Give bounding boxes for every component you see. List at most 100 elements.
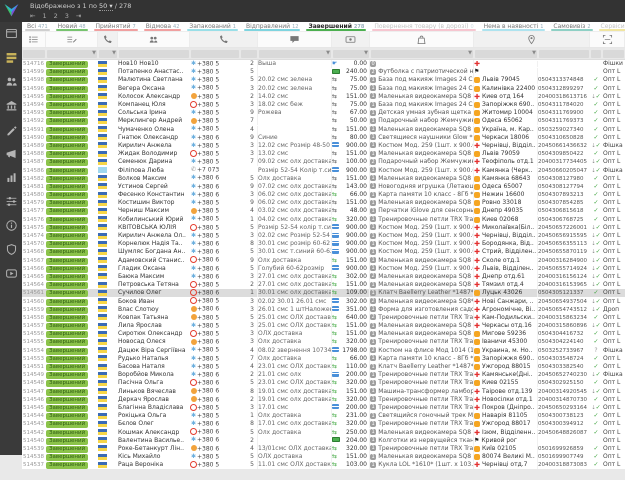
table-row[interactable]: 514593ЗавершенийСольська Ірина✱+380 59Ро…	[22, 109, 625, 117]
table-row[interactable]: 514547ЗавершенийЛиньков Вячеслав+380 681…	[22, 388, 625, 396]
column-header-money[interactable]	[332, 32, 370, 47]
table-row[interactable]: 514592ЗавершенийМерклингер Андрей+380 57…	[22, 117, 625, 125]
sidebar-item-stats[interactable]	[0, 166, 22, 190]
table-row[interactable]: 514543ЗавершенийБєлов Олег✱+380 6817.01 …	[22, 420, 625, 428]
table-row[interactable]: 514567ЗавершенийАдамовский Станис..+380 …	[22, 257, 625, 265]
per-page-dropdown[interactable]: 50 ▾	[99, 2, 113, 11]
column-filter[interactable]: ▼	[259, 50, 331, 58]
table-row[interactable]: 514589ЗавершенийКирилич Анжела✱+380 5312…	[22, 142, 625, 150]
table-row[interactable]: 514538ЗавершенийКісь Михайло✱+380 55ОЛХ …	[22, 453, 625, 461]
table-row[interactable]: 514595ЗавершенийКолосок Александр+380 52…	[22, 93, 625, 101]
tab-Відмова[interactable]: Відмова42	[141, 22, 185, 31]
table-row[interactable]: 514591ЗавершенийЧумаченко Олена✱+380 54⇆…	[22, 126, 625, 134]
column-filter[interactable]	[191, 50, 239, 58]
sidebar-item-dashboard[interactable]	[0, 22, 22, 46]
tab-Всі[interactable]: Всі471	[22, 22, 53, 31]
tab-Завершений[interactable]: Завершений278	[303, 22, 369, 31]
pager-page-button[interactable]: 3	[65, 12, 70, 20]
table-row[interactable]: 514560ЗавершенийБоков Иван+380 5302.02 3…	[22, 297, 625, 305]
table-row[interactable]: 514582ЗавершенийВолков Максим✱+380 65Олх…	[22, 175, 625, 183]
tab-Відправлений[interactable]: Відправлений12	[241, 22, 304, 31]
column-filter[interactable]: ▼	[333, 50, 369, 58]
tab-Сервіси[interactable]: Сервіси0	[596, 22, 625, 31]
column-header-scan[interactable]	[590, 32, 625, 47]
table-row[interactable]: 514599ЗавершенийПотапенко Анастас..✱+380…	[22, 68, 625, 76]
table-row[interactable]: 514537ЗавершенийРаца Вероніка+380 5511.0…	[22, 461, 625, 469]
table-row[interactable]: 514557ЗавершенийЛила Ярослав✱+380 5325.0…	[22, 322, 625, 330]
table-row[interactable]: 514542ЗавершенийКошмак Александр+380 65О…	[22, 428, 625, 436]
sidebar-item-bank[interactable]	[0, 94, 22, 118]
tab-Прийнятий[interactable]: Прийнятий7	[91, 22, 141, 31]
table-row[interactable]: 514574ЗавершенийКирилич Анжела Ол..✱+380…	[22, 232, 625, 240]
table-row[interactable]: 514564ЗавершенийПетровська Тетяна+380 52…	[22, 281, 625, 289]
table-row[interactable]: 514586ЗавершенийФіліпова Люба✆+7 073Розм…	[22, 166, 625, 174]
tab-Нема в наявності[interactable]: Нема в наявності1	[479, 22, 549, 31]
table-row[interactable]: 514555ЗавершенийНовосад Олеся+380 63Олх …	[22, 338, 625, 346]
tab-Повернення товару (в дорозі)[interactable]: Повернення товару (в дорозі)0	[369, 22, 478, 31]
column-header-comment[interactable]	[258, 32, 332, 47]
table-row[interactable]: 514716ЗавершенийНов10 Нов10✱+380 52Выша☛…	[22, 60, 625, 68]
table-row[interactable]: 514575ЗавершенийКВІТОВСЬКА ЮЛІЯ+380 55Ро…	[22, 224, 625, 232]
column-filter[interactable]	[241, 50, 257, 58]
table-row[interactable]: 514570ЗавершенийКорнелюк Надія Та..✱+380…	[22, 240, 625, 248]
column-filter[interactable]	[23, 50, 45, 58]
app-logo[interactable]	[3, 2, 20, 19]
table-row[interactable]: 514587ЗавершенийСеменюк Дарина✱+380 5709…	[22, 158, 625, 166]
table-row[interactable]: 514540ЗавершенийВалентина Василье..✱+380…	[22, 437, 625, 445]
table-row[interactable]: 514556ЗавершенийСиротюк Олександр+380 53…	[22, 330, 625, 338]
table-row[interactable]: 514588ЗавершенийЖидак Володимир+380 5313…	[22, 150, 625, 158]
table-row[interactable]: 514581ЗавершенийУстинов Сергей✱+380 6907…	[22, 183, 625, 191]
table-row[interactable]: 514598ЗавершенийМалютина Светлана✱+380 5…	[22, 76, 625, 84]
pager-last-button[interactable]: ⇥	[76, 12, 82, 20]
table-row[interactable]: 514594ЗавершенийКомпанец Юля+380 5318.02…	[22, 101, 625, 109]
column-filter[interactable]: ▼	[475, 50, 537, 58]
sidebar-item-products[interactable]	[0, 118, 22, 142]
table-row[interactable]: 514577ЗавершенийЧерниш Максим+380 5403.0…	[22, 207, 625, 215]
table-row[interactable]: 514568ЗавершенийШумляс Богдана Ан..✱+380…	[22, 248, 625, 256]
table-row[interactable]: 514554ЗавершенийДацюк Віра Сергіївна✱+38…	[22, 347, 625, 355]
table-row[interactable]: 514565ЗавершенийБаюка Максим✱+380 6327.0…	[22, 273, 625, 281]
sidebar-item-video[interactable]	[0, 262, 22, 286]
table-row[interactable]: 514559ЗавершенийВлас Слотюу+380 6326.01 …	[22, 306, 625, 314]
table-row[interactable]: 514545ЗавершенийБлагінна Владіслава+380 …	[22, 404, 625, 412]
table-row[interactable]: 514576ЗавершенийКобилинський Юрий✱+380 5…	[22, 216, 625, 224]
column-header-bag[interactable]	[370, 32, 474, 47]
table-row[interactable]: 514590ЗавершенийГнатюк Олександр✱+380 69…	[22, 134, 625, 142]
column-header-clients[interactable]	[118, 32, 190, 47]
tab-Самовивіз[interactable]: Самовивіз2	[548, 22, 595, 31]
column-header-phone[interactable]	[190, 32, 258, 47]
table-row[interactable]: 514596ЗавершенийВегера Оксана✱+380 5320.…	[22, 85, 625, 93]
column-filter[interactable]	[591, 50, 601, 58]
sidebar-item-clients[interactable]	[0, 70, 22, 94]
pager-first-button[interactable]: ⇤	[30, 12, 36, 20]
column-header-order-list[interactable]	[22, 32, 46, 47]
column-header-call[interactable]	[98, 32, 118, 47]
table-row[interactable]: 514566ЗавершенийГладик Оксана✱+380 65Гол…	[22, 265, 625, 273]
table-row[interactable]: 514579ЗавершенийКостишин Виктор✱+380 590…	[22, 199, 625, 207]
column-header-status-edit[interactable]	[46, 32, 98, 47]
table-row[interactable]: 514539ЗавершенийРоке-Бетанкурт Лін..+380…	[22, 445, 625, 453]
pager-page-button[interactable]: 2	[54, 12, 59, 20]
sidebar-item-marketing[interactable]	[0, 142, 22, 166]
table-row[interactable]: 514548ЗавершенийПасічна Ольга+380 6523.0…	[22, 379, 625, 387]
column-filter[interactable]	[539, 50, 589, 58]
sidebar-item-orders[interactable]	[0, 46, 22, 70]
column-filter[interactable]: ▼	[47, 50, 97, 58]
pager-page-button[interactable]: 1	[42, 12, 47, 20]
column-filter[interactable]: ▼	[371, 50, 473, 58]
table-row[interactable]: 514546ЗавершенийДеркач Ярослав+380 6219.…	[22, 396, 625, 404]
table-row[interactable]: 514549ЗавершенийВоробйов Микола✱+380 622…	[22, 371, 625, 379]
table-row[interactable]: 514551ЗавершенийБасова Наталя✱+380 5423.…	[22, 363, 625, 371]
column-filter[interactable]	[119, 50, 189, 58]
table-row[interactable]: 514580ЗавершенийФесенко Константин✱+380 …	[22, 191, 625, 199]
column-filter[interactable]	[603, 50, 624, 58]
table-row[interactable]: 514553ЗавершенийРудько Наталья✱+380 57Ол…	[22, 355, 625, 363]
tab-Новий[interactable]: Новий48	[53, 22, 91, 31]
sidebar-item-info[interactable]	[0, 214, 22, 238]
tab-Запакований[interactable]: Запакований1	[184, 22, 241, 31]
column-filter[interactable]: ▼	[99, 50, 117, 58]
table-row[interactable]: 514544ЗавершенийРокіцька Ольга✱+380 51Ол…	[22, 412, 625, 420]
table-row[interactable]: 514561ЗавершенийСучилов Олег+380 6130.01…	[22, 289, 625, 297]
sidebar-item-support[interactable]	[0, 238, 22, 262]
table-row[interactable]: 514558ЗавершенийКовпак Татьяна+380 5525.…	[22, 314, 625, 322]
